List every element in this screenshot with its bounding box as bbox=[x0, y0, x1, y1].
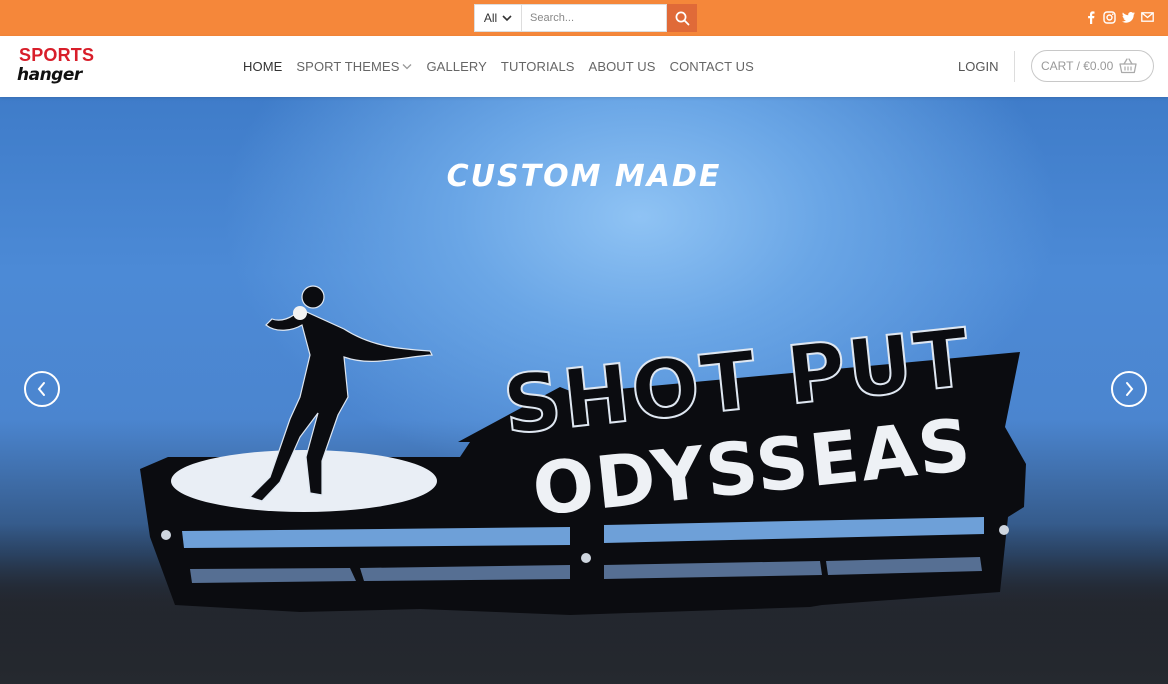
shot-put-circle bbox=[171, 450, 437, 512]
nav-item-label: GALLERY bbox=[426, 59, 487, 74]
slider-next-button[interactable] bbox=[1111, 371, 1147, 407]
login-link[interactable]: LOGIN bbox=[958, 59, 998, 74]
top-bar: All bbox=[0, 0, 1168, 36]
nav-item-home[interactable]: HOME bbox=[243, 59, 282, 74]
nav-item-label: CONTACT US bbox=[669, 59, 754, 74]
nav-item-label: TUTORIALS bbox=[500, 59, 575, 74]
social-links bbox=[1084, 10, 1154, 24]
mount-hole-right bbox=[999, 525, 1009, 535]
main-nav: HOME SPORT THEMES GALLERY TUTORIALS ABOU… bbox=[243, 36, 754, 97]
nav-item-label: ABOUT US bbox=[588, 59, 656, 74]
basket-icon bbox=[1119, 58, 1137, 74]
mount-hole-left bbox=[161, 530, 171, 540]
nav-item-label: SPORT THEMES bbox=[296, 59, 400, 74]
chevron-left-icon bbox=[37, 382, 45, 396]
twitter-icon[interactable] bbox=[1122, 10, 1135, 24]
search-icon bbox=[675, 11, 689, 25]
hero-slider: CUSTOM MADE SHOT PUT ODYSSEAS bbox=[0, 97, 1168, 684]
hanger-slot-3 bbox=[190, 568, 356, 583]
nav-item-contact-us[interactable]: CONTACT US bbox=[670, 59, 754, 74]
instagram-icon[interactable] bbox=[1103, 10, 1116, 24]
main-header: SPORTS hanger HOME SPORT THEMES GALLERY … bbox=[0, 36, 1168, 97]
category-select[interactable]: All bbox=[474, 4, 521, 32]
chevron-down-icon bbox=[403, 64, 412, 70]
search-input[interactable] bbox=[521, 4, 667, 32]
category-select-value: All bbox=[483, 11, 498, 25]
cart-button[interactable]: CART / €0.00 bbox=[1031, 50, 1154, 82]
email-icon[interactable] bbox=[1141, 10, 1154, 24]
medal-hanger-image: SHOT PUT ODYSSEAS bbox=[140, 285, 1026, 615]
logo-line1: SPORTS bbox=[19, 45, 95, 65]
site-logo[interactable]: SPORTS hanger bbox=[16, 44, 94, 90]
nav-item-gallery[interactable]: GALLERY bbox=[426, 59, 486, 74]
nav-item-tutorials[interactable]: TUTORIALS bbox=[501, 59, 575, 74]
facebook-icon[interactable] bbox=[1084, 10, 1097, 24]
chevron-right-icon bbox=[1126, 382, 1134, 396]
search-button[interactable] bbox=[667, 4, 697, 32]
slider-prev-button[interactable] bbox=[24, 371, 60, 407]
mount-hole-center bbox=[581, 553, 591, 563]
nav-item-about-us[interactable]: ABOUT US bbox=[589, 59, 656, 74]
cart-label: CART / €0.00 bbox=[1041, 59, 1114, 73]
search-form: All bbox=[474, 4, 697, 32]
header-divider bbox=[1014, 51, 1015, 82]
chevron-down-icon bbox=[502, 14, 512, 21]
nav-item-sport-themes[interactable]: SPORT THEMES bbox=[296, 59, 412, 74]
logo-line2: hanger bbox=[17, 65, 82, 85]
nav-item-label: HOME bbox=[243, 59, 283, 74]
